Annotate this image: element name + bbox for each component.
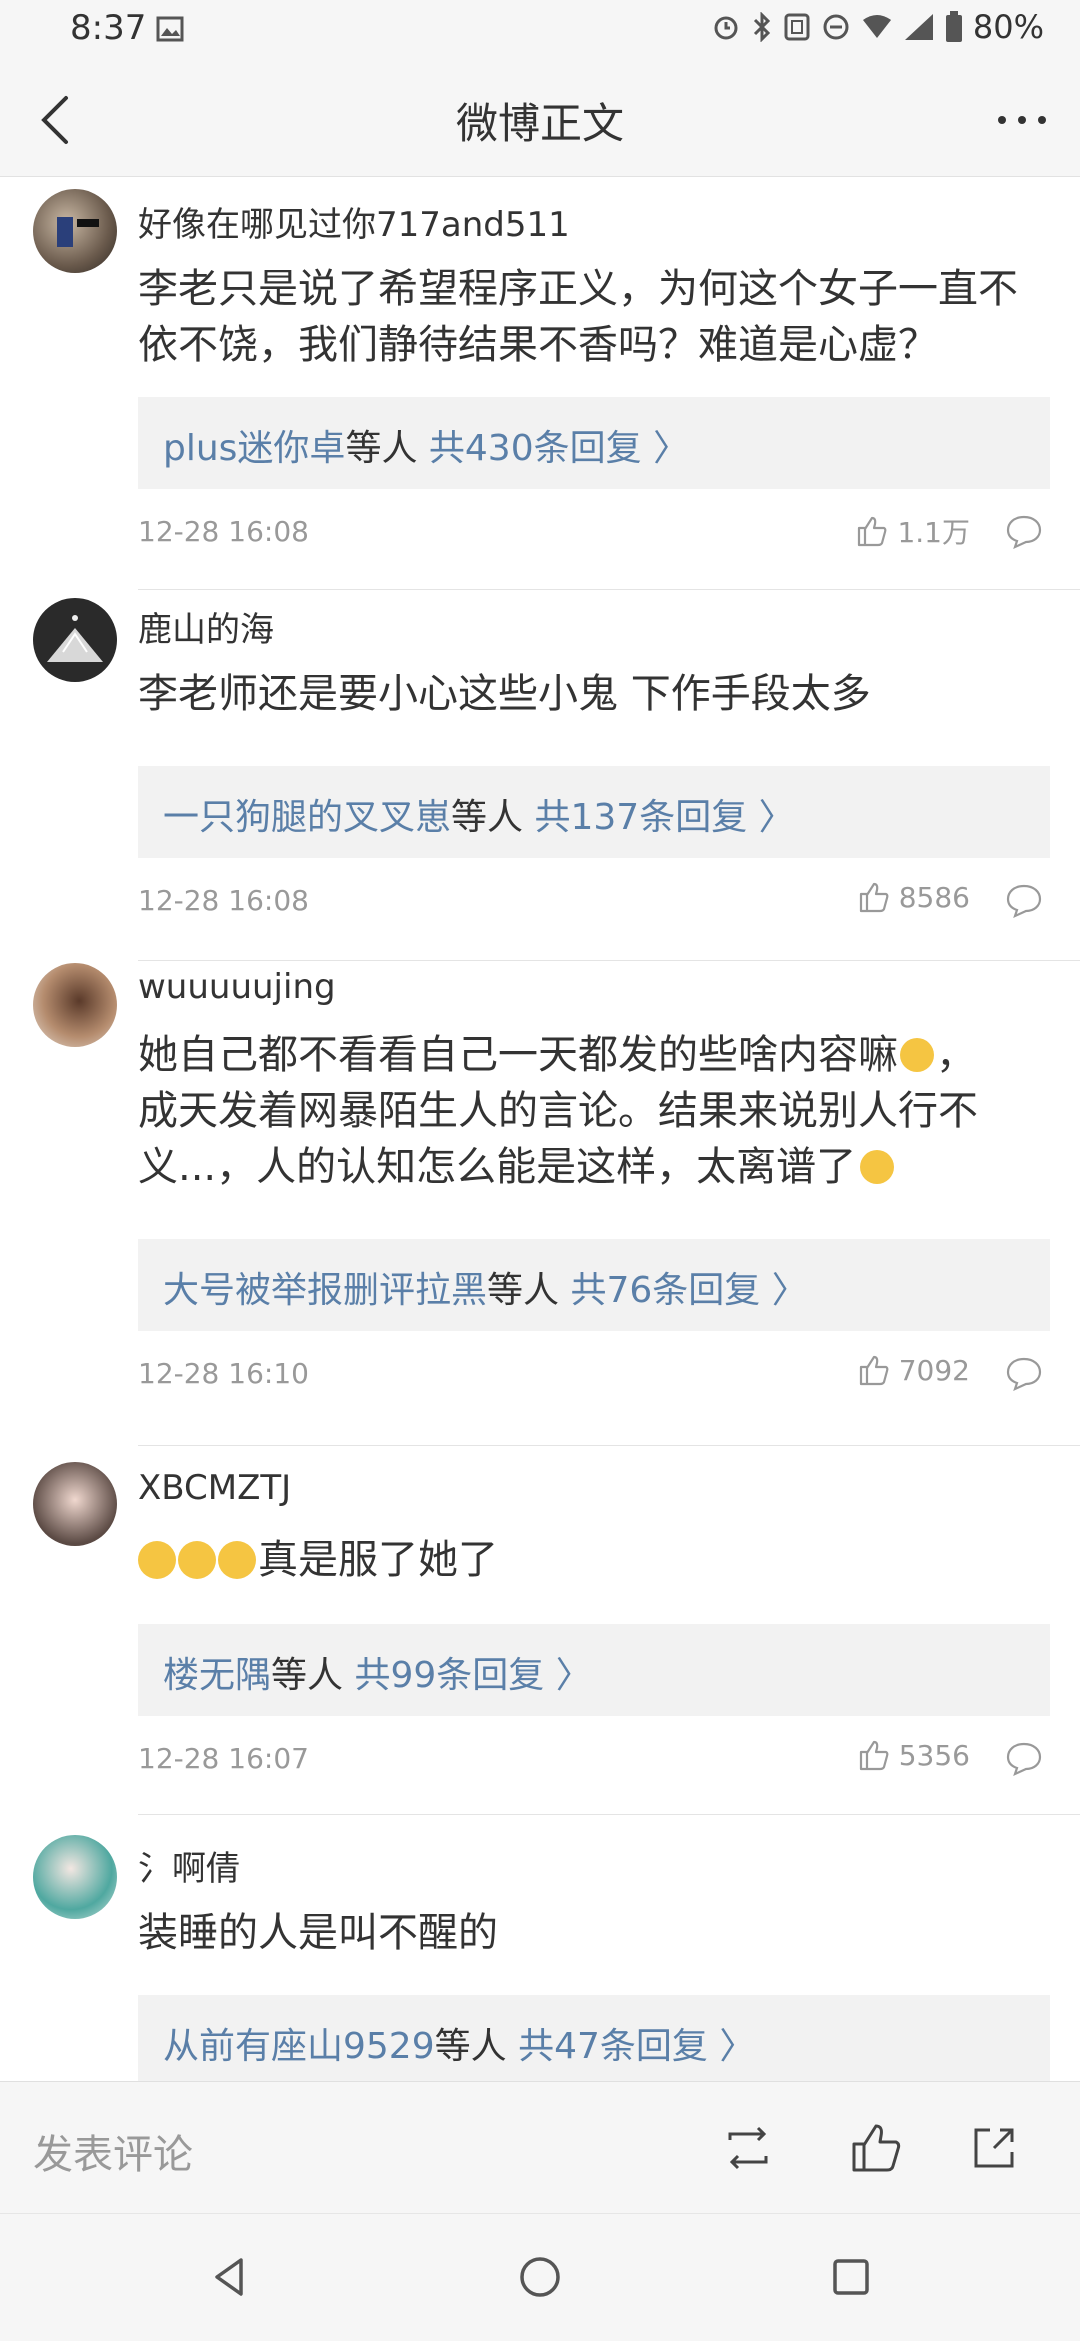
username[interactable]: XBCMZTJ	[138, 1468, 291, 1508]
like-button[interactable]: 5356	[857, 1738, 970, 1772]
more-options-icon[interactable]	[992, 98, 1052, 138]
reply-username[interactable]: 从前有座山9529	[163, 2026, 435, 2067]
comment-feed[interactable]: 好像在哪见过你717and511 李老只是说了希望程序正义，为何这个女子一直不依…	[0, 177, 1080, 2081]
reply-preview[interactable]: 一只狗腿的叉叉崽等人 共137条回复 〉	[138, 766, 1050, 858]
like-button[interactable]: 7092	[857, 1353, 970, 1387]
reply-summary: 楼无隅等人 共99条回复 〉	[163, 1646, 592, 1698]
do-not-disturb-icon	[823, 14, 849, 40]
reply-mid-text: 等人	[451, 797, 524, 838]
reply-summary: 一只狗腿的叉叉崽等人 共137条回复 〉	[163, 788, 795, 840]
emoji-icon	[900, 1038, 934, 1072]
comment-text: 装睡的人是叫不醒的	[138, 1910, 498, 1956]
comment-item: 氵啊倩 装睡的人是叫不醒的 从前有座山9529等人 共47条回复 〉	[0, 1815, 1080, 2081]
image-notification-icon	[156, 16, 184, 42]
comment-reply-icon[interactable]	[1006, 1740, 1042, 1776]
comment-reply-icon[interactable]	[1006, 882, 1042, 918]
share-icon[interactable]	[964, 2118, 1024, 2178]
reply-username[interactable]: 大号被举报删评拉黑	[163, 1270, 487, 1311]
repost-icon[interactable]	[718, 2118, 778, 2178]
nav-home-icon[interactable]	[515, 2252, 565, 2302]
top-nav-bar: 微博正文	[0, 62, 1080, 177]
comment-text: 真是服了她了	[138, 1532, 1038, 1588]
emoji-icon	[218, 1541, 256, 1579]
thumbs-up-icon	[858, 516, 887, 547]
comment-time: 12-28 16:08	[138, 515, 309, 548]
like-count: 1.1万	[897, 516, 970, 549]
alarm-icon	[714, 16, 738, 40]
signal-icon	[904, 14, 933, 40]
reply-username[interactable]: 楼无隅	[163, 1655, 271, 1696]
comment-item: XBCMZTJ 真是服了她了 楼无隅等人 共99条回复 〉 12-28 16:0…	[0, 1446, 1080, 1816]
nav-recents-icon[interactable]	[826, 2252, 876, 2302]
username[interactable]: 鹿山的海	[138, 602, 274, 651]
avatar[interactable]	[33, 963, 117, 1047]
reply-preview[interactable]: 大号被举报删评拉黑等人 共76条回复 〉	[138, 1239, 1050, 1331]
avatar[interactable]	[33, 598, 117, 682]
like-button[interactable]: 8586	[857, 880, 970, 914]
username[interactable]: wuuuuujing	[138, 967, 336, 1007]
like-button[interactable]: 1.1万	[855, 511, 970, 551]
like-count: 7092	[898, 1353, 970, 1387]
comment-item: 好像在哪见过你717and511 李老只是说了希望程序正义，为何这个女子一直不依…	[0, 177, 1080, 597]
reply-summary: 从前有座山9529等人 共47条回复 〉	[163, 2017, 755, 2069]
battery-icon	[945, 11, 962, 42]
status-time: 8:37	[70, 8, 147, 48]
reply-mid-text: 等人	[345, 428, 418, 469]
username[interactable]: 好像在哪见过你717and511	[138, 197, 570, 246]
username[interactable]: 氵啊倩	[138, 1841, 240, 1890]
comment-reply-icon[interactable]	[1006, 1355, 1042, 1391]
nav-back-icon[interactable]	[205, 2252, 255, 2302]
comment-text: 李老师还是要小心这些小鬼 下作手段太多	[138, 671, 871, 717]
comment-text: 她自己都不看看自己一天都发的些啥内容嘛， 成天发着网暴陌生人的言论。结果来说别人…	[138, 1027, 1038, 1195]
system-navigation-bar	[0, 2213, 1080, 2341]
comment-text: 李老只是说了希望程序正义，为何这个女子一直不依不饶，我们静待结果不香吗？难道是心…	[138, 266, 1018, 368]
status-icons: 80%	[711, 8, 1044, 46]
avatar[interactable]	[33, 1835, 117, 1919]
like-count: 8586	[898, 880, 970, 914]
bluetooth-icon	[753, 12, 770, 42]
comment-reply-icon[interactable]	[1006, 513, 1042, 549]
thumbs-up-icon	[859, 1355, 889, 1386]
reply-count-link[interactable]: 共47条回复 〉	[518, 2026, 755, 2067]
comment-text-line: 她自己都不看看自己一天都发的些啥内容嘛，	[138, 1032, 976, 1078]
comment-item: wuuuuujing 她自己都不看看自己一天都发的些啥内容嘛， 成天发着网暴陌生…	[0, 961, 1080, 1446]
avatar[interactable]	[33, 189, 117, 273]
reply-mid-text: 等人	[271, 1655, 344, 1696]
reply-count-link[interactable]: 共430条回复 〉	[429, 428, 689, 469]
emoji-icon	[138, 1541, 176, 1579]
reply-summary: 大号被举报删评拉黑等人 共76条回复 〉	[163, 1261, 808, 1313]
like-count: 5356	[898, 1738, 970, 1772]
reply-username[interactable]: 一只狗腿的叉叉崽	[163, 797, 451, 838]
reply-preview[interactable]: 从前有座山9529等人 共47条回复 〉	[138, 1995, 1050, 2081]
comment-text-line: 义...，人的认知怎么能是这样，太离谱了	[138, 1139, 1038, 1195]
thumbs-up-icon	[859, 1740, 889, 1771]
nfc-icon	[784, 13, 810, 41]
comment-action-bar: 发表评论	[0, 2081, 1080, 2214]
reply-summary: plus迷你卓等人 共430条回复 〉	[163, 419, 689, 471]
emoji-icon	[178, 1541, 216, 1579]
reply-username[interactable]: plus迷你卓	[163, 428, 345, 469]
wifi-icon	[862, 15, 891, 38]
status-bar: 8:37 80%	[0, 0, 1080, 62]
comment-input[interactable]: 发表评论	[33, 2122, 193, 2180]
reply-count-link[interactable]: 共99条回复 〉	[354, 1655, 591, 1696]
reply-mid-text: 等人	[487, 1270, 560, 1311]
comment-text-line: 成天发着网暴陌生人的言论。结果来说别人行不	[138, 1088, 978, 1134]
comment-time: 12-28 16:10	[138, 1357, 309, 1390]
battery-percent: 80%	[972, 8, 1044, 46]
avatar[interactable]	[33, 1462, 117, 1546]
page-title: 微博正文	[455, 99, 624, 148]
reply-preview[interactable]: plus迷你卓等人 共430条回复 〉	[138, 397, 1050, 489]
thumbs-up-icon[interactable]	[846, 2118, 906, 2178]
reply-count-link[interactable]: 共76条回复 〉	[570, 1270, 807, 1311]
thumbs-up-icon	[859, 882, 889, 913]
emoji-icon	[860, 1150, 895, 1184]
comment-time: 12-28 16:07	[138, 1742, 309, 1775]
comment-item: 鹿山的海 李老师还是要小心这些小鬼 下作手段太多 一只狗腿的叉叉崽等人 共137…	[0, 590, 1080, 961]
reply-count-link[interactable]: 共137条回复 〉	[534, 797, 794, 838]
reply-mid-text: 等人	[434, 2026, 507, 2067]
comment-time: 12-28 16:08	[138, 884, 309, 917]
reply-preview[interactable]: 楼无隅等人 共99条回复 〉	[138, 1624, 1050, 1716]
